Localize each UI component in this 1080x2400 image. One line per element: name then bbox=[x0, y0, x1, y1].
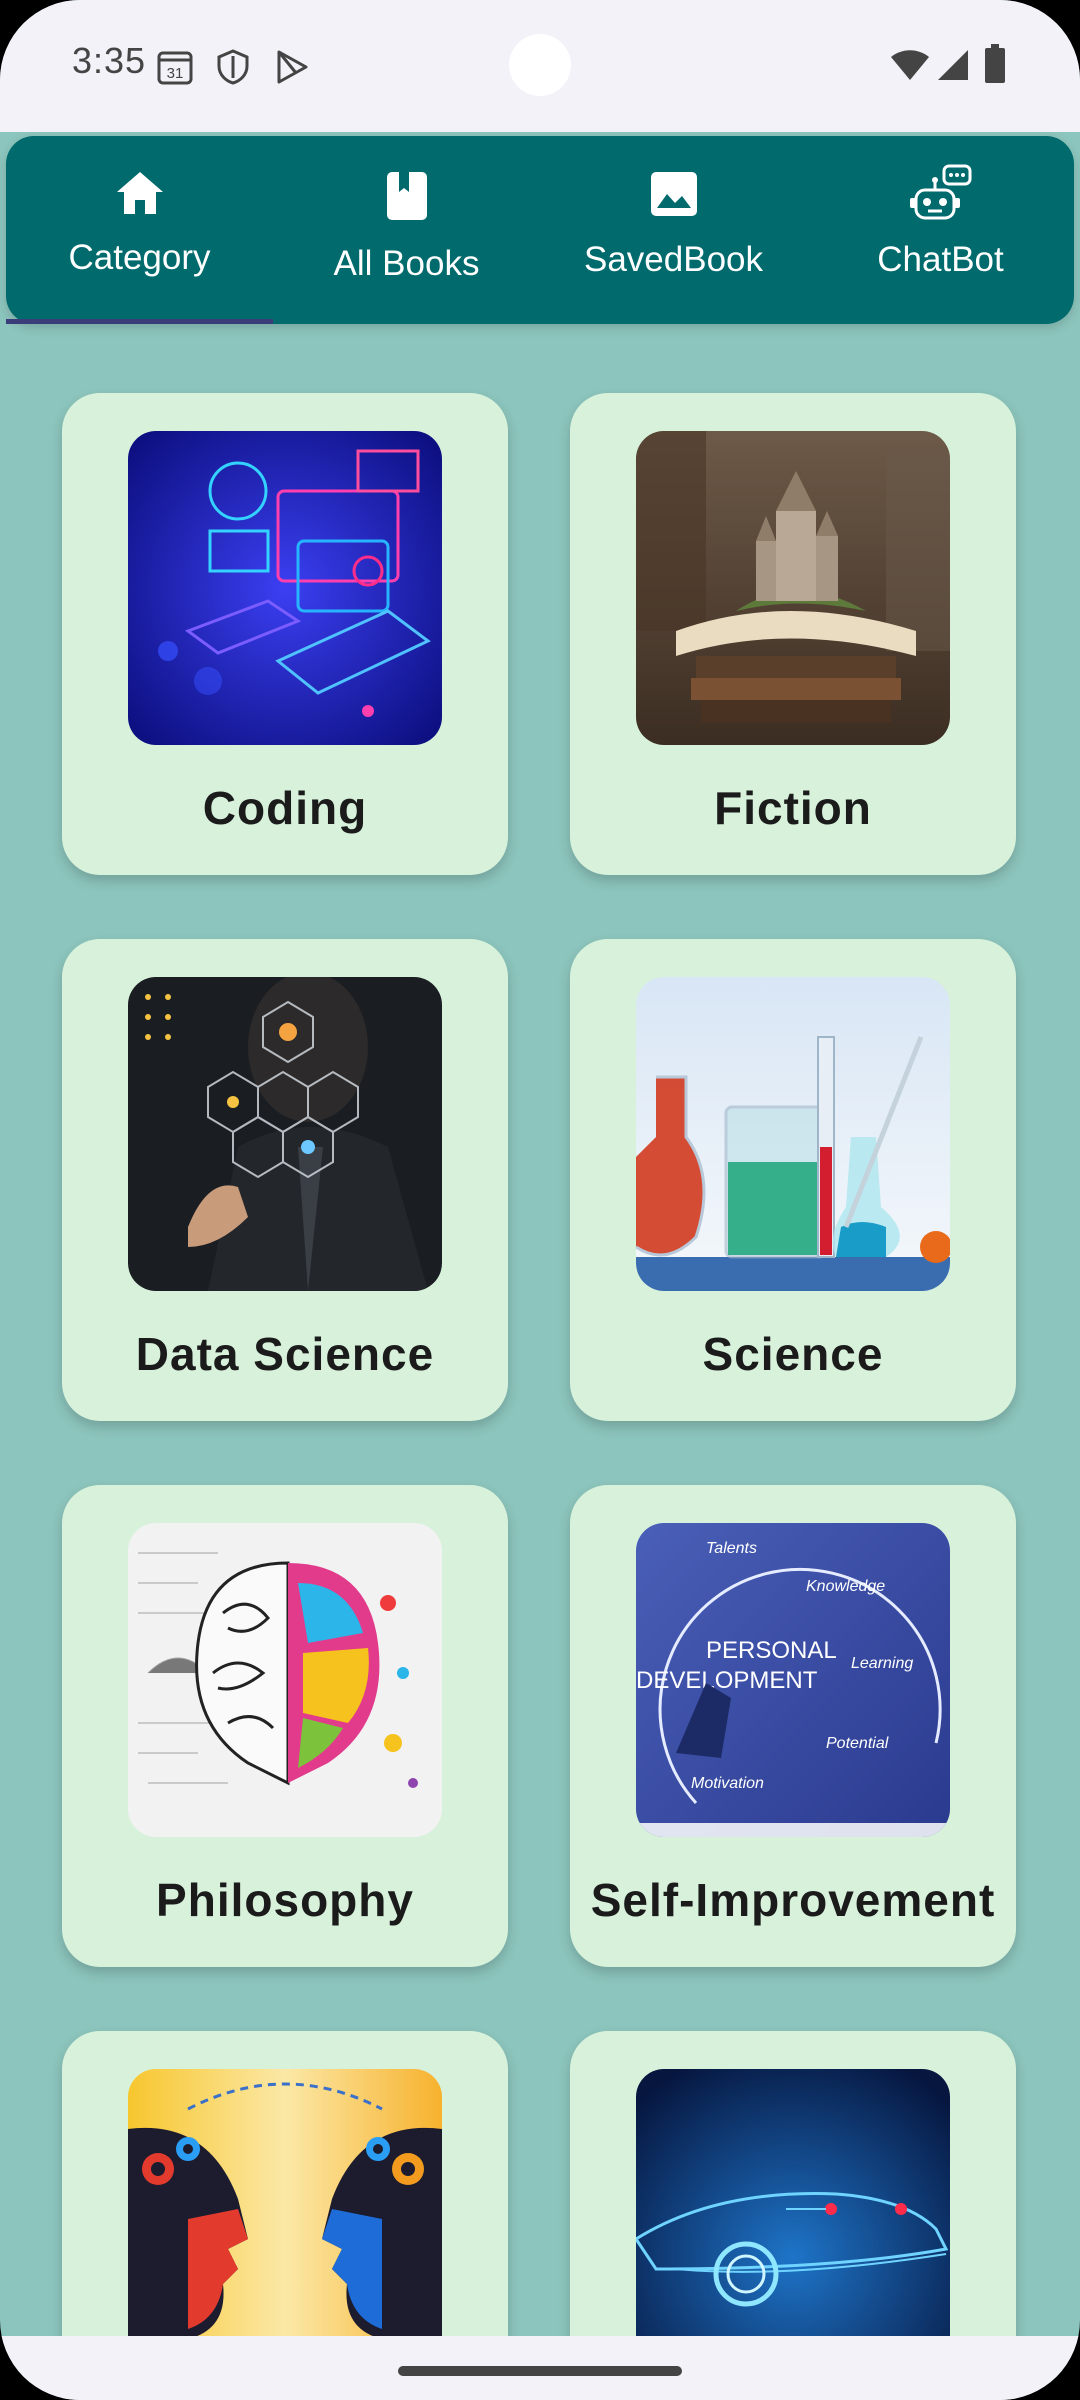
tab-saved-book[interactable]: SavedBook bbox=[540, 136, 807, 324]
self-improvement-image: PERSONAL DEVELOPMENT Talents Knowledge L… bbox=[636, 1523, 950, 1837]
home-icon bbox=[116, 172, 163, 214]
status-bar: 3:35 31 bbox=[0, 0, 1080, 132]
tab-label-chatbot: ChatBot bbox=[877, 240, 1004, 279]
tab-all-books[interactable]: All Books bbox=[273, 136, 540, 324]
category-label: Fiction bbox=[714, 782, 872, 834]
top-tab-bar: Category All Books SavedBook ChatBot bbox=[6, 136, 1074, 324]
tab-label-category: Category bbox=[68, 238, 211, 277]
coding-image bbox=[128, 431, 442, 745]
science-image bbox=[636, 977, 950, 1291]
svg-text:Talents: Talents bbox=[706, 1540, 757, 1557]
wifi-icon bbox=[891, 50, 929, 80]
tab-label-all-books: All Books bbox=[333, 244, 480, 283]
category-label: Philosophy bbox=[156, 1874, 414, 1926]
category-label: Data Science bbox=[135, 1328, 435, 1380]
fiction-image bbox=[636, 431, 950, 745]
category-grid: Coding Fiction Data Science Science Phil… bbox=[62, 393, 1016, 2400]
signal-icon bbox=[938, 50, 968, 80]
image-icon bbox=[650, 172, 697, 216]
shield-icon bbox=[217, 49, 249, 85]
svg-text:Knowledge: Knowledge bbox=[806, 1578, 885, 1595]
camera-cutout bbox=[509, 34, 571, 96]
category-card-philosophy[interactable]: Philosophy bbox=[62, 1485, 508, 1967]
calendar-icon: 31 bbox=[157, 51, 193, 85]
category-card-self-improvement[interactable]: PERSONAL DEVELOPMENT Talents Knowledge L… bbox=[570, 1485, 1016, 1967]
category-card-fiction[interactable]: Fiction bbox=[570, 393, 1016, 875]
svg-text:Motivation: Motivation bbox=[691, 1775, 764, 1792]
category-card-coding[interactable]: Coding bbox=[62, 393, 508, 875]
svg-text:DEVELOPMENT: DEVELOPMENT bbox=[636, 1667, 818, 1694]
battery-icon bbox=[985, 44, 1005, 83]
play-store-icon bbox=[277, 50, 308, 84]
status-time: 3:35 bbox=[72, 40, 147, 81]
book-icon bbox=[386, 172, 427, 220]
gesture-handle[interactable] bbox=[398, 2366, 682, 2376]
app-screen: 3:35 31 Category All Books SavedBook Cha… bbox=[0, 0, 1080, 2400]
svg-text:Potential: Potential bbox=[826, 1735, 889, 1752]
category-card-science[interactable]: Science bbox=[570, 939, 1016, 1421]
category-card-data-science[interactable]: Data Science bbox=[62, 939, 508, 1421]
data-science-image bbox=[128, 977, 442, 1291]
philosophy-image bbox=[128, 1523, 442, 1837]
tab-category[interactable]: Category bbox=[6, 136, 273, 324]
robot-chat-icon bbox=[909, 164, 971, 220]
category-label: Self-Improvement bbox=[590, 1874, 996, 1926]
tab-chatbot[interactable]: ChatBot bbox=[807, 136, 1074, 324]
category-label: Coding bbox=[202, 782, 368, 834]
tab-label-saved-book: SavedBook bbox=[583, 240, 764, 279]
tab-selected-indicator bbox=[6, 319, 273, 324]
svg-text:PERSONAL: PERSONAL bbox=[706, 1637, 837, 1664]
category-label: Science bbox=[702, 1328, 884, 1380]
svg-text:Learning: Learning bbox=[851, 1655, 913, 1672]
system-nav-bar bbox=[0, 2336, 1080, 2400]
svg-text:31: 31 bbox=[167, 65, 184, 82]
